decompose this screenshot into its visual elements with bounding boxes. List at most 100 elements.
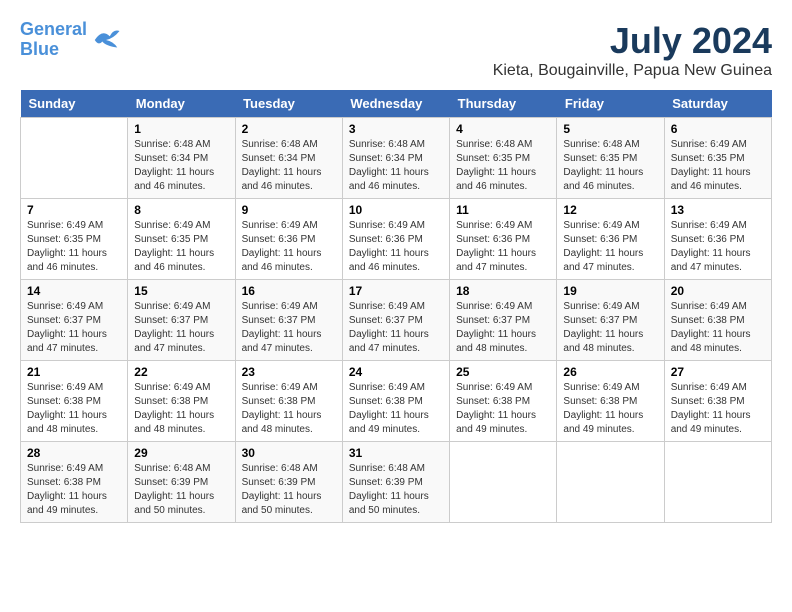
column-header-tuesday: Tuesday	[235, 90, 342, 118]
calendar-cell: 26 Sunrise: 6:49 AMSunset: 6:38 PMDayligh…	[557, 361, 664, 442]
day-info: Sunrise: 6:49 AMSunset: 6:38 PMDaylight:…	[671, 300, 765, 356]
calendar-cell: 19 Sunrise: 6:49 AMSunset: 6:37 PMDayligh…	[557, 280, 664, 361]
calendar-cell: 22Sunrise: 6:49 AMSunset: 6:38 PMDayligh…	[128, 361, 235, 442]
day-number: 21	[27, 365, 121, 379]
calendar-cell: 21 Sunrise: 6:49 AMSunset: 6:38 PMDayligh…	[21, 361, 128, 442]
day-info: Sunrise: 6:49 AMSunset: 6:37 PMDaylight:…	[349, 300, 443, 356]
calendar-cell: 4 Sunrise: 6:48 AMSunset: 6:35 PMDaylight…	[450, 118, 557, 199]
day-number: 16	[242, 284, 336, 298]
calendar-cell: 6 Sunrise: 6:49 AMSunset: 6:35 PMDaylight…	[664, 118, 771, 199]
calendar-cell: 29Sunrise: 6:48 AMSunset: 6:39 PMDayligh…	[128, 442, 235, 523]
day-info: Sunrise: 6:48 AMSunset: 6:34 PMDaylight:…	[349, 138, 443, 194]
day-info: Sunrise: 6:49 AMSunset: 6:37 PMDaylight:…	[563, 300, 657, 356]
day-info: Sunrise: 6:49 AMSunset: 6:38 PMDaylight:…	[563, 381, 657, 437]
calendar-week-row: 7 Sunrise: 6:49 AMSunset: 6:35 PMDaylight…	[21, 199, 772, 280]
column-header-thursday: Thursday	[450, 90, 557, 118]
day-number: 3	[349, 122, 443, 136]
day-number: 7	[27, 203, 121, 217]
column-header-friday: Friday	[557, 90, 664, 118]
day-info: Sunrise: 6:49 AMSunset: 6:38 PMDaylight:…	[27, 462, 121, 518]
day-number: 15	[134, 284, 228, 298]
day-number: 20	[671, 284, 765, 298]
calendar-cell: 16 Sunrise: 6:49 AMSunset: 6:37 PMDayligh…	[235, 280, 342, 361]
calendar-cell: 3 Sunrise: 6:48 AMSunset: 6:34 PMDaylight…	[342, 118, 449, 199]
day-number: 18	[456, 284, 550, 298]
day-info: Sunrise: 6:49 AMSunset: 6:36 PMDaylight:…	[349, 219, 443, 275]
calendar-cell: 8Sunrise: 6:49 AMSunset: 6:35 PMDaylight…	[128, 199, 235, 280]
calendar-table: SundayMondayTuesdayWednesdayThursdayFrid…	[20, 90, 772, 523]
calendar-cell	[557, 442, 664, 523]
calendar-cell: 13 Sunrise: 6:49 AMSunset: 6:36 PMDayligh…	[664, 199, 771, 280]
day-info: Sunrise: 6:48 AMSunset: 6:39 PMDaylight:…	[242, 462, 336, 518]
day-info: Sunrise: 6:48 AMSunset: 6:35 PMDaylight:…	[456, 138, 550, 194]
day-number: 8	[134, 203, 228, 217]
day-info: Sunrise: 6:48 AMSunset: 6:39 PMDaylight:…	[349, 462, 443, 518]
column-header-sunday: Sunday	[21, 90, 128, 118]
day-info: Sunrise: 6:49 AMSunset: 6:38 PMDaylight:…	[27, 381, 121, 437]
column-header-wednesday: Wednesday	[342, 90, 449, 118]
day-info: Sunrise: 6:49 AMSunset: 6:38 PMDaylight:…	[456, 381, 550, 437]
day-number: 27	[671, 365, 765, 379]
calendar-cell: 31Sunrise: 6:48 AMSunset: 6:39 PMDayligh…	[342, 442, 449, 523]
day-info: Sunrise: 6:49 AMSunset: 6:36 PMDaylight:…	[456, 219, 550, 275]
day-info: Sunrise: 6:49 AMSunset: 6:36 PMDaylight:…	[242, 219, 336, 275]
column-header-monday: Monday	[128, 90, 235, 118]
day-number: 24	[349, 365, 443, 379]
day-number: 12	[563, 203, 657, 217]
calendar-cell: 5Sunrise: 6:48 AMSunset: 6:35 PMDaylight…	[557, 118, 664, 199]
day-number: 4	[456, 122, 550, 136]
calendar-cell	[21, 118, 128, 199]
subtitle: Kieta, Bougainville, Papua New Guinea	[493, 62, 772, 80]
calendar-cell: 27Sunrise: 6:49 AMSunset: 6:38 PMDayligh…	[664, 361, 771, 442]
calendar-cell: 14 Sunrise: 6:49 AMSunset: 6:37 PMDayligh…	[21, 280, 128, 361]
calendar-cell	[664, 442, 771, 523]
day-info: Sunrise: 6:49 AMSunset: 6:37 PMDaylight:…	[242, 300, 336, 356]
day-info: Sunrise: 6:49 AMSunset: 6:38 PMDaylight:…	[242, 381, 336, 437]
calendar-cell: 9 Sunrise: 6:49 AMSunset: 6:36 PMDaylight…	[235, 199, 342, 280]
day-number: 5	[563, 122, 657, 136]
calendar-cell: 7 Sunrise: 6:49 AMSunset: 6:35 PMDaylight…	[21, 199, 128, 280]
day-number: 6	[671, 122, 765, 136]
day-info: Sunrise: 6:49 AMSunset: 6:37 PMDaylight:…	[27, 300, 121, 356]
day-number: 17	[349, 284, 443, 298]
main-title: July 2024	[493, 20, 772, 62]
calendar-cell: 28 Sunrise: 6:49 AMSunset: 6:38 PMDayligh…	[21, 442, 128, 523]
day-number: 13	[671, 203, 765, 217]
day-number: 9	[242, 203, 336, 217]
calendar-cell: 17 Sunrise: 6:49 AMSunset: 6:37 PMDayligh…	[342, 280, 449, 361]
calendar-header-row: SundayMondayTuesdayWednesdayThursdayFrid…	[21, 90, 772, 118]
day-info: Sunrise: 6:49 AMSunset: 6:37 PMDaylight:…	[134, 300, 228, 356]
calendar-cell: 25 Sunrise: 6:49 AMSunset: 6:38 PMDayligh…	[450, 361, 557, 442]
calendar-cell: 10Sunrise: 6:49 AMSunset: 6:36 PMDayligh…	[342, 199, 449, 280]
day-number: 22	[134, 365, 228, 379]
day-info: Sunrise: 6:49 AMSunset: 6:36 PMDaylight:…	[671, 219, 765, 275]
calendar-cell	[450, 442, 557, 523]
column-header-saturday: Saturday	[664, 90, 771, 118]
title-area: July 2024 Kieta, Bougainville, Papua New…	[493, 20, 772, 80]
day-info: Sunrise: 6:48 AMSunset: 6:34 PMDaylight:…	[242, 138, 336, 194]
day-info: Sunrise: 6:49 AMSunset: 6:36 PMDaylight:…	[563, 219, 657, 275]
day-number: 30	[242, 446, 336, 460]
calendar-week-row: 14 Sunrise: 6:49 AMSunset: 6:37 PMDayligh…	[21, 280, 772, 361]
calendar-week-row: 21 Sunrise: 6:49 AMSunset: 6:38 PMDayligh…	[21, 361, 772, 442]
calendar-cell: 11 Sunrise: 6:49 AMSunset: 6:36 PMDayligh…	[450, 199, 557, 280]
page-header: GeneralBlue July 2024 Kieta, Bougainvill…	[20, 20, 772, 80]
logo-bird-icon	[91, 25, 121, 55]
day-number: 28	[27, 446, 121, 460]
calendar-cell: 23 Sunrise: 6:49 AMSunset: 6:38 PMDayligh…	[235, 361, 342, 442]
calendar-cell: 1Sunrise: 6:48 AMSunset: 6:34 PMDaylight…	[128, 118, 235, 199]
day-info: Sunrise: 6:49 AMSunset: 6:38 PMDaylight:…	[349, 381, 443, 437]
day-number: 23	[242, 365, 336, 379]
day-number: 14	[27, 284, 121, 298]
day-info: Sunrise: 6:48 AMSunset: 6:39 PMDaylight:…	[134, 462, 228, 518]
calendar-cell: 15 Sunrise: 6:49 AMSunset: 6:37 PMDayligh…	[128, 280, 235, 361]
calendar-cell: 12 Sunrise: 6:49 AMSunset: 6:36 PMDayligh…	[557, 199, 664, 280]
day-info: Sunrise: 6:49 AMSunset: 6:35 PMDaylight:…	[671, 138, 765, 194]
day-number: 26	[563, 365, 657, 379]
day-info: Sunrise: 6:49 AMSunset: 6:35 PMDaylight:…	[27, 219, 121, 275]
calendar-cell: 18 Sunrise: 6:49 AMSunset: 6:37 PMDayligh…	[450, 280, 557, 361]
day-number: 19	[563, 284, 657, 298]
day-number: 11	[456, 203, 550, 217]
day-number: 25	[456, 365, 550, 379]
day-info: Sunrise: 6:49 AMSunset: 6:37 PMDaylight:…	[456, 300, 550, 356]
